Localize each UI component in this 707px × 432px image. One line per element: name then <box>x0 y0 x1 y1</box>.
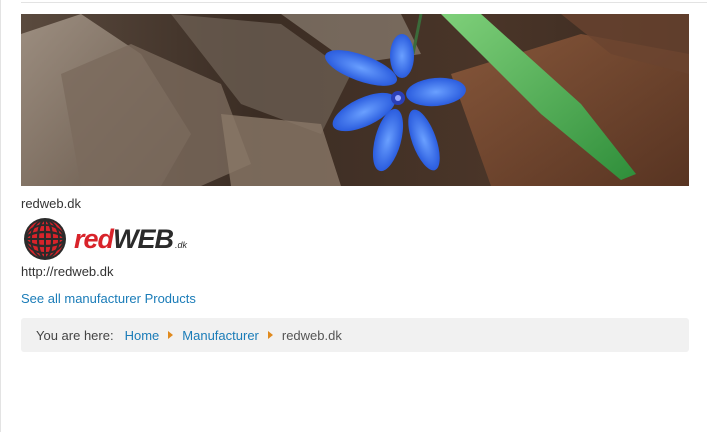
manufacturer-url: http://redweb.dk <box>21 264 114 279</box>
globe-icon: redWEB .dk <box>24 218 188 260</box>
manufacturer-logo: redWEB .dk <box>22 216 192 262</box>
breadcrumb-current: redweb.dk <box>281 327 342 343</box>
svg-text:.dk: .dk <box>175 240 188 250</box>
caret-right-icon <box>168 331 174 339</box>
breadcrumb-manufacturer-link[interactable]: Manufacturer <box>182 328 259 343</box>
left-divider <box>0 0 1 432</box>
caret-right-icon <box>267 331 273 339</box>
top-divider <box>21 2 707 3</box>
banner-image <box>21 14 689 186</box>
svg-text:redWEB: redWEB <box>74 224 174 254</box>
see-all-products-link[interactable]: See all manufacturer Products <box>21 291 196 306</box>
manufacturer-name: redweb.dk <box>21 196 81 211</box>
breadcrumb-label: You are here: <box>36 327 114 343</box>
breadcrumb: You are here: Home Manufacturer redweb.d… <box>21 318 689 352</box>
breadcrumb-home-link[interactable]: Home <box>125 328 160 343</box>
